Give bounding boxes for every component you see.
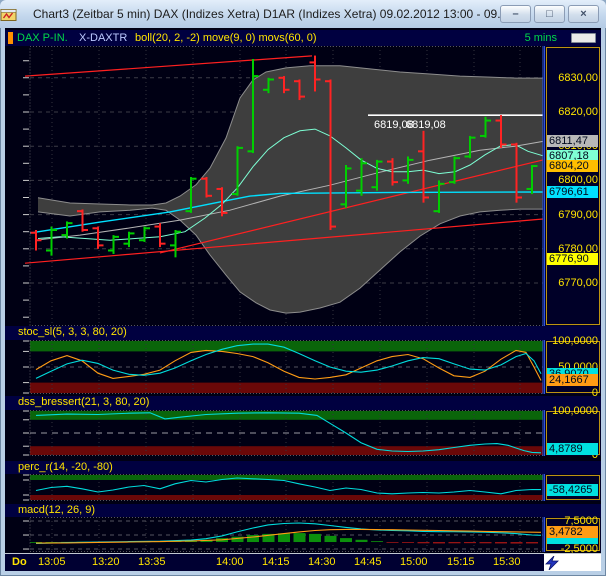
studies-label: boll(20, 2, -2) move(9, 0) movs(60, 0) [135,30,317,46]
window-controls: – □ × [500,5,599,23]
time-label: 13:35 [138,556,166,568]
value-badge: 4,8789 [547,443,598,455]
macd-canvas[interactable] [5,517,544,552]
minimize-button[interactable]: – [500,5,531,23]
scrollbar-thumb[interactable] [571,33,596,43]
pointer-tool-button[interactable] [544,554,601,571]
williams-r-panel-header: perc_r(14, -20, -80) [5,461,601,474]
stochastic-panel-header: stoc_sl(5, 3, 3, 80, 20) [5,326,601,340]
instrument-color-swatch [8,32,13,44]
value-badge: 3,4782 [547,526,598,538]
chart-legend: DAX P-IN. X-DAXTR boll(20, 2, -2) move(9… [5,30,601,46]
scale-label: 6790,00 [558,209,598,221]
value-badge: 24,1667 [547,374,598,386]
interval-label: 5 mins [525,30,557,46]
value-badge: 6811,47 [547,135,598,147]
day-label: Do [12,556,27,568]
time-label: 15:00 [400,556,428,568]
time-label: 14:00 [216,556,244,568]
bollinger-band [38,66,543,313]
window-title: Chart3 (Zeitbar 5 min) DAX (Indizes Xetr… [33,7,500,21]
oversold-band [30,495,543,500]
resistance-label: 6819,08 [406,119,446,131]
scale-label: 6830,00 [558,72,598,84]
williams-r-scale: -58,4265 [544,474,601,501]
time-label: 13:05 [38,556,66,568]
stochastic-scale: 100,000050,0000036,907024,1667 [544,340,601,394]
scale-label: 6770,00 [558,277,598,289]
time-label: 13:20 [92,556,120,568]
close-button[interactable]: × [568,5,599,23]
time-axis: Do 13:05 13:20 13:35 14:00 14:15 14:30 14:45 15… [5,554,601,571]
chart-client-area: DAX P-IN. X-DAXTR boll(20, 2, -2) move(9… [5,28,601,571]
time-label: 14:15 [262,556,290,568]
time-label: 14:30 [308,556,336,568]
value-badge: -58,4265 [547,484,598,496]
value-badge: 6776,90 [547,253,598,265]
titlebar[interactable]: Chart3 (Zeitbar 5 min) DAX (Indizes Xetr… [0,0,606,28]
dss-scale: 100,000004,8789 [544,410,601,456]
macd-panel-header: macd(12, 26, 9) [5,504,601,517]
dss-panel-header: dss_bressert(21, 3, 80, 20) [5,396,601,410]
scale-label: 6800,00 [558,174,598,186]
time-label: 15:15 [447,556,475,568]
price-chart-canvas[interactable]: 6819,086819,08 [5,46,544,326]
time-label: 15:30 [493,556,521,568]
flash-pointer-icon [544,556,560,570]
chart-app-icon [9,7,27,22]
value-badge: 6796,61 [547,186,598,198]
overbought-band [30,475,543,480]
overbought-band [30,341,543,351]
app-window: Chart3 (Zeitbar 5 min) DAX (Indizes Xetr… [0,0,606,576]
scale-label: 6820,00 [558,106,598,118]
instrument-label: DAX P-IN. [17,30,68,46]
scale-label: 100,0000 [552,335,598,347]
williams-r-canvas[interactable] [5,474,544,501]
time-label: 14:45 [354,556,382,568]
instrument2-label: X-DAXTR [79,30,127,46]
dss-canvas[interactable] [5,410,544,456]
macd-scale: 7,50002,5000-2,50003,4782 [544,517,601,552]
restore-button[interactable]: □ [534,5,565,23]
stochastic-canvas[interactable] [5,340,544,394]
scale-label: 100,0000 [552,405,598,417]
price-scale[interactable]: 6830,006820,006810,006800,006790,006780,… [544,46,601,326]
value-badge: 6804,20 [547,160,598,172]
